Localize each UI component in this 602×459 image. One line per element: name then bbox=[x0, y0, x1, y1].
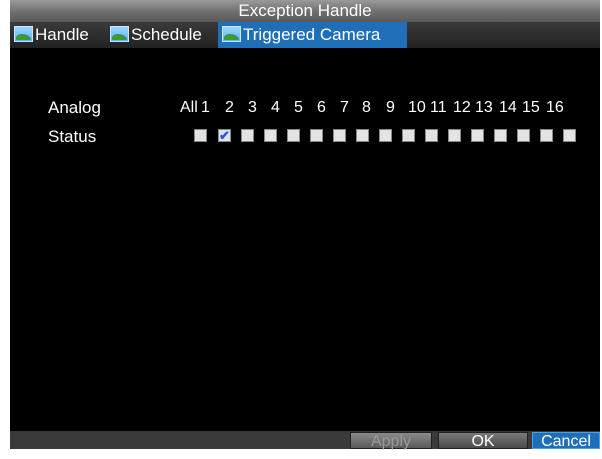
channel-label-6: 6 bbox=[317, 99, 326, 116]
channel-label-4: 4 bbox=[271, 99, 280, 116]
status-checkbox-2[interactable] bbox=[241, 129, 254, 142]
status-checkbox-1[interactable]: ✔ bbox=[218, 129, 231, 142]
tab-bar: Handle Schedule Triggered Camera bbox=[10, 22, 600, 48]
channel-label-7: 7 bbox=[340, 99, 349, 116]
channel-label-3: 3 bbox=[248, 99, 257, 116]
status-label: Status bbox=[48, 127, 97, 146]
status-checkbox-4[interactable] bbox=[287, 129, 300, 142]
channel-label-10: 10 bbox=[408, 99, 426, 116]
picture-icon bbox=[110, 26, 129, 43]
status-checkbox-16[interactable] bbox=[563, 129, 576, 142]
status-checkbox-7[interactable] bbox=[356, 129, 369, 142]
apply-button[interactable]: Apply bbox=[350, 432, 432, 450]
status-checkbox-all[interactable] bbox=[194, 129, 207, 142]
channel-label-14: 14 bbox=[499, 99, 517, 116]
channel-label-11: 11 bbox=[430, 99, 447, 116]
channel-label-2: 2 bbox=[225, 99, 234, 116]
tab-triggered-camera-label: Triggered Camera bbox=[243, 25, 381, 44]
status-checkbox-11[interactable] bbox=[448, 129, 461, 142]
status-checkbox-14[interactable] bbox=[517, 129, 530, 142]
tab-handle[interactable]: Handle bbox=[10, 22, 106, 48]
status-checkbox-5[interactable] bbox=[310, 129, 323, 142]
status-checkbox-13[interactable] bbox=[494, 129, 507, 142]
analog-label: Analog bbox=[48, 98, 101, 117]
channel-label-9: 9 bbox=[386, 99, 395, 116]
tab-handle-label: Handle bbox=[35, 25, 89, 44]
status-checkbox-15[interactable] bbox=[540, 129, 553, 142]
ok-button[interactable]: OK bbox=[438, 432, 528, 450]
channel-label-5: 5 bbox=[294, 99, 303, 116]
channel-label-13: 13 bbox=[475, 99, 493, 116]
tab-schedule[interactable]: Schedule bbox=[106, 22, 218, 48]
channel-label-16: 16 bbox=[546, 99, 564, 116]
picture-icon bbox=[222, 26, 241, 43]
exception-handle-dialog: Exception Handle Handle Schedule Trigger… bbox=[0, 0, 602, 459]
channel-label-15: 15 bbox=[522, 99, 540, 116]
channel-label-1: 1 bbox=[201, 99, 210, 116]
status-checkbox-6[interactable] bbox=[333, 129, 346, 142]
cancel-button[interactable]: Cancel bbox=[532, 432, 600, 450]
picture-icon bbox=[14, 26, 33, 43]
status-checkbox-12[interactable] bbox=[471, 129, 484, 142]
tab-schedule-label: Schedule bbox=[131, 25, 202, 44]
status-checkbox-10[interactable] bbox=[425, 129, 438, 142]
tab-triggered-camera[interactable]: Triggered Camera bbox=[218, 22, 407, 48]
channel-label-8: 8 bbox=[362, 99, 371, 116]
channel-all-label: All bbox=[180, 99, 198, 116]
status-checkbox-9[interactable] bbox=[402, 129, 415, 142]
status-checkbox-8[interactable] bbox=[379, 129, 392, 142]
status-checkbox-3[interactable] bbox=[264, 129, 277, 142]
window-title: Exception Handle bbox=[10, 0, 600, 22]
channel-label-12: 12 bbox=[453, 99, 471, 116]
